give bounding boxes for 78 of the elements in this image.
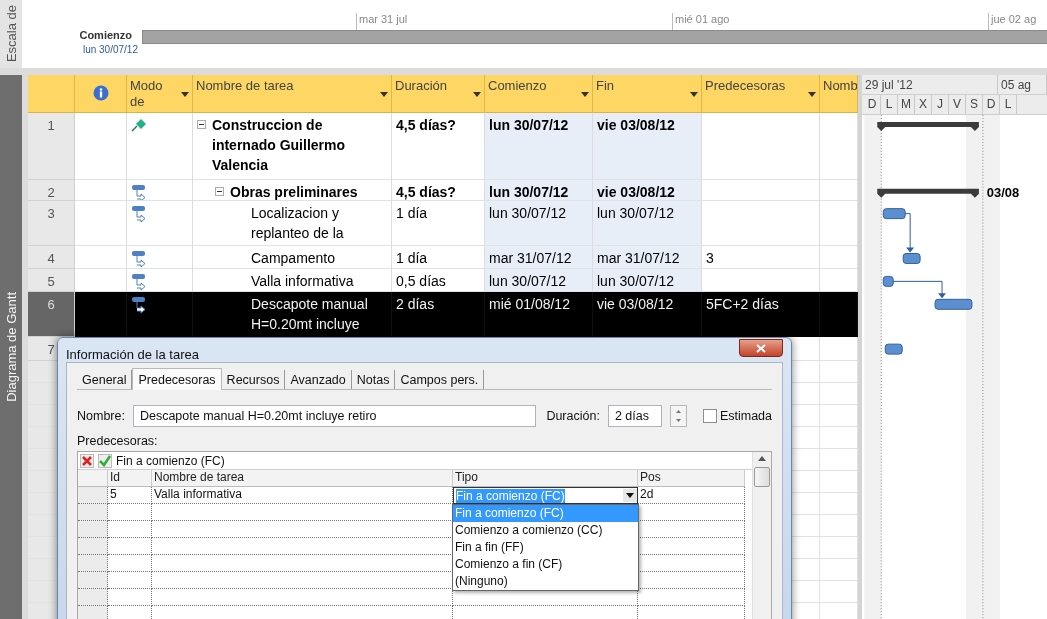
- day-label: L: [1000, 94, 1017, 114]
- duration-label: Duración:: [546, 409, 600, 423]
- day-label: J: [932, 94, 949, 114]
- estimated-label: Estimada: [719, 409, 772, 423]
- type-option[interactable]: Comienzo a fin (CF): [453, 556, 638, 573]
- day-label: V: [949, 94, 966, 114]
- column-header[interactable]: Nomb: [820, 75, 858, 113]
- type-option[interactable]: (Ninguno): [453, 573, 638, 590]
- row-number[interactable]: 3: [28, 201, 75, 246]
- grid-cell: 2d: [638, 487, 745, 504]
- column-header[interactable]: Modo de: [127, 75, 193, 113]
- type-option[interactable]: Comienzo a comienzo (CC): [453, 522, 638, 539]
- column-header[interactable]: Fin: [593, 75, 702, 113]
- task-name: Campamento: [251, 249, 336, 268]
- type-option[interactable]: Fin a fin (FF): [453, 539, 638, 556]
- start-date: lun 30/07/12: [82, 44, 138, 55]
- week-label: 29 jul '12: [862, 75, 998, 94]
- day-label: S: [966, 94, 983, 114]
- day-label: D: [864, 94, 881, 114]
- name-field[interactable]: Descapote manual H=0.20mt incluye retiro: [132, 405, 537, 427]
- grid-column-header: Id: [108, 470, 152, 487]
- start-date-cell: lun 30/07/12: [485, 201, 593, 246]
- column-header[interactable]: Comienzo: [485, 75, 593, 113]
- view-label: Diagrama de Gantt: [3, 292, 19, 402]
- column-header[interactable]: Predecesoras: [702, 75, 820, 113]
- end-date-cell: mar 31/07/12: [593, 246, 702, 269]
- grid-column-header: Pos: [638, 470, 745, 487]
- task-name: Valla informativa: [251, 272, 354, 291]
- task-name: Construccion de internado Guillermo Valencia: [212, 116, 346, 175]
- row-number[interactable]: 1: [28, 113, 75, 180]
- task-name: Localizacion y replanteo de la: [251, 204, 345, 243]
- week-label: 05 ag: [998, 75, 1047, 94]
- grid-column-header: Tipo: [453, 470, 638, 487]
- timeline-side-label: Escala de: [3, 5, 19, 63]
- grid-column-header: Nombre de tarea: [152, 470, 453, 487]
- task-name: Descapote manual H=0.20mt incluye: [251, 295, 369, 334]
- dialog-tab[interactable]: Predecesoras: [132, 368, 222, 390]
- day-label: L: [881, 94, 898, 114]
- end-date-cell: vie 03/08/12: [593, 113, 702, 180]
- dialog-tab[interactable]: Notas: [351, 370, 396, 389]
- duration-cell: 1 día: [392, 246, 485, 269]
- day-label: D: [983, 94, 1000, 114]
- end-date-cell: vie 03/08/12: [593, 180, 702, 201]
- duration-cell: 4,5 días?: [392, 180, 485, 201]
- duration-cell: 4,5 días?: [392, 113, 485, 180]
- duration-field[interactable]: 2 días: [607, 405, 662, 427]
- column-header[interactable]: Duración: [392, 75, 485, 113]
- dialog-tab[interactable]: Recursos: [221, 370, 286, 389]
- dialog-tab[interactable]: Avanzado: [285, 370, 352, 389]
- end-date-cell: vie 03/08/12: [593, 292, 702, 337]
- start-date-cell: lun 30/07/12: [485, 180, 593, 201]
- start-date-cell: lun 30/07/12: [485, 269, 593, 292]
- predecessors-cell: 5FC+2 días: [702, 292, 820, 337]
- column-header[interactable]: Nombre de tarea: [193, 75, 392, 113]
- task-name: Obras preliminares: [230, 183, 358, 200]
- end-date-cell: lun 30/07/12: [593, 201, 702, 246]
- day-label: M: [898, 94, 915, 114]
- predecessors-cell: 3: [702, 246, 820, 269]
- bar-date-label: 03/08: [986, 184, 1020, 200]
- row-number[interactable]: 4: [28, 246, 75, 269]
- start-date-cell: mar 31/07/12: [485, 246, 593, 269]
- grid-cell: 5: [108, 487, 152, 504]
- name-label: Nombre:: [77, 409, 125, 423]
- dialog-tab[interactable]: Campos pers.: [395, 370, 485, 389]
- predecessors-label: Predecesoras:: [77, 434, 159, 448]
- end-date-cell: lun 30/07/12: [593, 269, 702, 292]
- grid-cell: Valla informativa: [152, 487, 453, 504]
- row-number[interactable]: 2: [28, 180, 75, 201]
- row-number[interactable]: 5: [28, 269, 75, 292]
- duration-cell: 0,5 días: [392, 269, 485, 292]
- day-label: X: [915, 94, 932, 114]
- start-label: Comienzo: [79, 29, 132, 41]
- duration-cell: 1 día: [392, 201, 485, 246]
- start-date-cell: lun 30/07/12: [485, 113, 593, 180]
- row-number[interactable]: 6: [28, 292, 75, 337]
- entry-value: Fin a comienzo (FC): [116, 453, 225, 468]
- duration-cell: 2 días: [392, 292, 485, 337]
- start-date-cell: mié 01/08/12: [485, 292, 593, 337]
